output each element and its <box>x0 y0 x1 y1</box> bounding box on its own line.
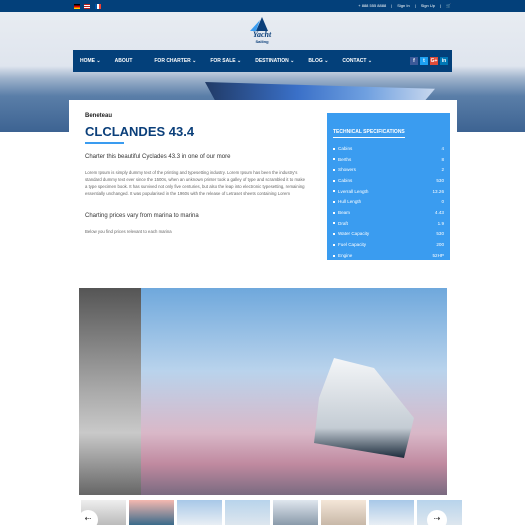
phone-number: + 888 555 8888 <box>358 3 387 8</box>
spec-row: Fuel Capacity 200 <box>333 239 444 250</box>
spec-label: Berths <box>333 157 351 162</box>
linkedin-icon[interactable]: in <box>440 57 448 65</box>
nav-for-charter[interactable]: FOR CHARTER ⌄ <box>154 58 196 64</box>
spec-label: Fuel Capacity <box>333 242 366 247</box>
spec-row: Draft 1.9 <box>333 218 444 229</box>
spec-label: Engine <box>333 253 352 258</box>
gallery-thumbnail[interactable] <box>177 500 222 525</box>
spec-value: 530 <box>436 231 444 237</box>
technical-specifications: TECHNICAL SPECIFICATIONS Cabins 4 Berths 8 S… <box>327 113 450 260</box>
spec-value: 200 <box>436 242 444 248</box>
spec-row: Lverrall Length 13.26 <box>333 186 444 197</box>
spec-row: Beam 4.43 <box>333 207 444 218</box>
thumbnail-strip <box>81 500 462 525</box>
gallery-left-strip <box>79 288 141 495</box>
spec-value: 52HP <box>432 252 445 258</box>
spec-label: Beam <box>333 210 350 215</box>
gallery-thumbnail[interactable] <box>273 500 318 525</box>
nav-home[interactable]: HOME ⌄ <box>80 58 101 64</box>
spec-value: 0 <box>441 199 444 205</box>
gallery-thumbnail[interactable] <box>321 500 366 525</box>
nav-blog[interactable]: BLOG ⌄ <box>308 58 328 64</box>
google-plus-icon[interactable]: G+ <box>430 57 438 65</box>
title-underline <box>85 142 124 144</box>
spec-value: 4.43 <box>435 209 444 215</box>
top-bar: + 888 555 8888 | Sign In | Sign Up | 🛒 <box>0 0 525 12</box>
yacht-photo <box>314 358 414 458</box>
spec-row: Berths 8 <box>333 154 444 165</box>
spec-value: 4 <box>441 145 444 151</box>
brand-name: Beneteau <box>85 113 113 119</box>
subtitle: Charter this beautiful Cyclades 43.3 in … <box>85 154 231 160</box>
prices-note: Below you find prices relevant to each m… <box>85 229 172 234</box>
spec-row: Showers 2 <box>333 164 444 175</box>
gallery-thumbnail[interactable] <box>369 500 414 525</box>
nav-destination[interactable]: DESTINATION ⌄ <box>255 58 294 64</box>
sign-up-link[interactable]: Sign Up <box>421 3 435 8</box>
twitter-icon[interactable]: t <box>420 57 428 65</box>
spec-label: Showers <box>333 167 356 172</box>
spec-label: Cabins <box>333 146 352 151</box>
spec-value: 1.9 <box>437 220 444 226</box>
spec-row: Water Capacity 530 <box>333 229 444 240</box>
spec-label: Cabins <box>333 178 352 183</box>
fr-flag-icon[interactable] <box>95 4 101 9</box>
us-flag-icon[interactable] <box>84 4 90 9</box>
spec-value: 2 <box>441 167 444 173</box>
arrow-left-icon[interactable]: ⇠ <box>78 510 98 530</box>
spec-value: 8 <box>441 156 444 162</box>
svg-text:Yacht: Yacht <box>253 30 272 39</box>
spec-label: Water Capacity <box>333 231 369 236</box>
spec-title: TECHNICAL SPECIFICATIONS <box>333 129 405 138</box>
spec-value: 13.26 <box>432 188 445 194</box>
separator: | <box>414 3 416 8</box>
spec-label: Hull Length <box>333 199 361 204</box>
spec-row: Engine 52HP <box>333 250 444 261</box>
sign-in-link[interactable]: Sign In <box>397 3 409 8</box>
nav-for-sale[interactable]: FOR SALE ⌄ <box>210 58 241 64</box>
nav-contact[interactable]: CONTACT ⌄ <box>342 58 372 64</box>
gallery-thumbnail[interactable] <box>129 500 174 525</box>
prices-heading: Charting prices vary from marina to mari… <box>85 213 199 219</box>
spec-row: Hull Length 0 <box>333 196 444 207</box>
description: Lorem Ipsum is simply dummy text of the … <box>85 170 305 196</box>
spec-label: Lverrall Length <box>333 189 368 194</box>
svg-text:Sailing: Sailing <box>255 39 269 44</box>
spec-row: Cabins 4 <box>333 143 444 154</box>
spec-value: 530 <box>436 177 444 183</box>
yacht-sailing-logo[interactable]: Yacht Sailing <box>244 16 280 44</box>
spec-label: Draft <box>333 221 348 226</box>
separator: | <box>391 3 393 8</box>
arrow-right-icon[interactable]: ⇢ <box>427 510 447 530</box>
gallery-thumbnail[interactable] <box>225 500 270 525</box>
page-title: CLCLANDES 43.4 <box>85 124 195 139</box>
spec-row: Cabins 530 <box>333 175 444 186</box>
main-nav: HOME ⌄ ABOUT FOR CHARTER ⌄ FOR SALE ⌄ DE… <box>73 50 452 72</box>
separator: | <box>439 3 442 8</box>
main-gallery-image[interactable] <box>79 288 447 495</box>
nav-about[interactable]: ABOUT <box>115 58 133 64</box>
cart-icon[interactable]: 🛒 <box>446 3 451 8</box>
de-flag-icon[interactable] <box>74 4 80 9</box>
facebook-icon[interactable]: f <box>410 57 418 65</box>
